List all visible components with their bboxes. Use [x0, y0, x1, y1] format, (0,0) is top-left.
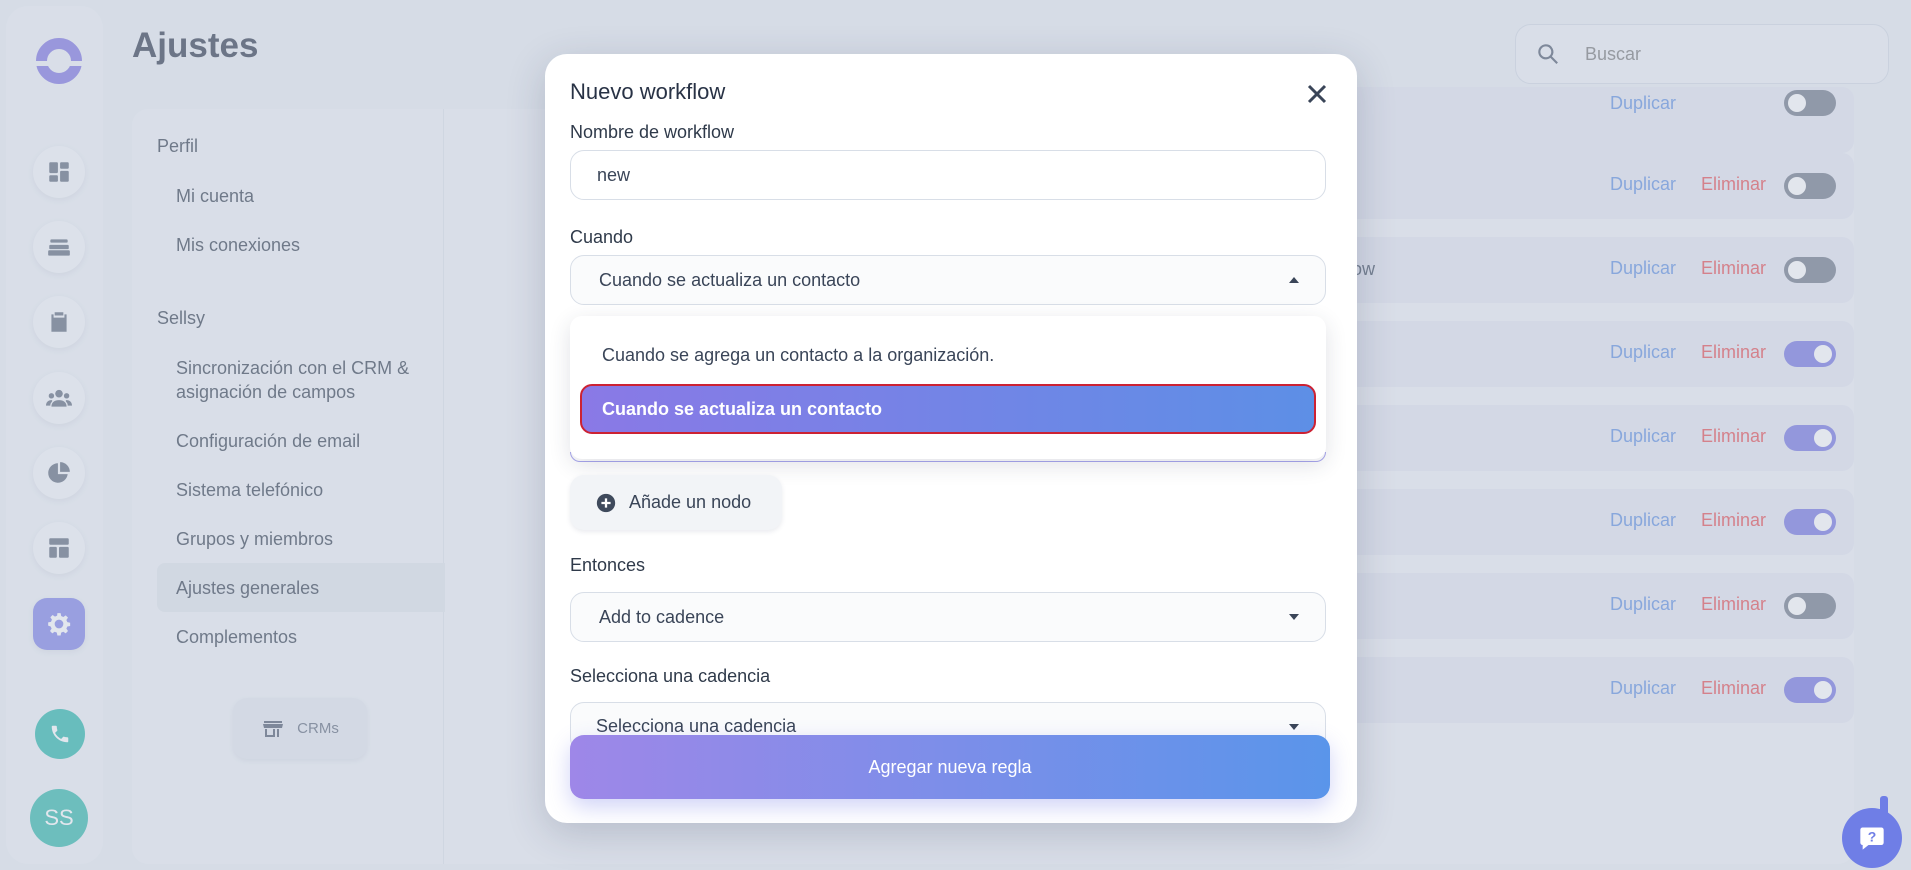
help-icon: ? [1860, 827, 1884, 850]
cadence-label: Selecciona una cadencia [570, 666, 771, 686]
add-rule-button[interactable]: Agregar nueva regla [570, 735, 1330, 799]
chevron-down-icon [1289, 614, 1299, 620]
then-select[interactable]: Add to cadence [570, 592, 1326, 642]
when-select[interactable]: Cuando se actualiza un contacto [570, 255, 1326, 305]
when-select-value: Cuando se actualiza un contacto [599, 269, 861, 290]
svg-text:?: ? [1868, 829, 1877, 845]
workflow-name-label: Nombre de workflow [570, 122, 735, 142]
add-node-button[interactable]: Añade un nodo [570, 475, 782, 530]
add-node-label: Añade un nodo [629, 492, 752, 512]
chevron-up-icon [1289, 277, 1299, 283]
then-label: Entonces [570, 555, 646, 575]
workflow-name-input[interactable] [570, 150, 1326, 200]
cadence-select-value: Selecciona una cadencia [596, 716, 797, 736]
close-icon[interactable] [1305, 82, 1329, 106]
chevron-down-icon [1289, 724, 1299, 730]
when-label: Cuando [570, 227, 634, 247]
help-button[interactable]: ? [1842, 808, 1902, 868]
modal-title: Nuevo workflow [570, 79, 726, 104]
plus-circle-icon [596, 493, 616, 512]
then-select-value: Add to cadence [599, 606, 725, 627]
when-dropdown-menu: Cuando se agrega un contacto a la organi… [570, 316, 1326, 459]
when-option-selected[interactable]: Cuando se actualiza un contacto [580, 384, 1316, 434]
new-workflow-modal: Nuevo workflow Nombre de workflow Cuando… [545, 54, 1357, 823]
when-option[interactable]: Cuando se agrega un contacto a la organi… [602, 345, 994, 366]
